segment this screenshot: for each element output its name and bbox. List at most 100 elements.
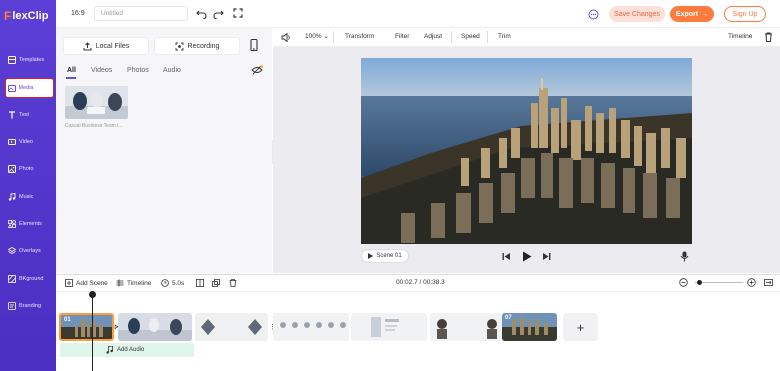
- add-scene-button[interactable]: Add Scene: [65, 279, 108, 287]
- zoom-select[interactable]: 100% ⌄: [305, 32, 329, 40]
- recording-button[interactable]: Recording: [154, 37, 240, 55]
- tool-adjust[interactable]: Adjust: [424, 33, 442, 40]
- time-display: 00:02.7 / 00:38.3: [396, 279, 445, 286]
- sidebar-item-text[interactable]: Text: [0, 102, 56, 128]
- sidebar-item-video[interactable]: Video: [0, 129, 56, 155]
- redo-icon[interactable]: [213, 8, 224, 21]
- undo-icon[interactable]: [196, 8, 207, 21]
- scene-clip-04[interactable]: [273, 313, 349, 341]
- skip-previous-icon[interactable]: [502, 252, 511, 263]
- sidebar-item-elements[interactable]: Elements: [0, 211, 56, 237]
- active-tab-indicator: [66, 77, 76, 79]
- sidebar-item-label: Media: [18, 85, 34, 91]
- branding-icon: [8, 302, 16, 310]
- sidebar-item-photo[interactable]: Photo: [0, 156, 56, 182]
- tool-speed[interactable]: Speed: [461, 33, 480, 40]
- sidebar-item-label: Music: [19, 194, 34, 200]
- timeline-icon: [116, 279, 124, 287]
- video-preview[interactable]: [361, 58, 692, 244]
- tool-trim[interactable]: Trim: [498, 33, 511, 40]
- sidebar-item-templates[interactable]: Templates: [0, 47, 56, 73]
- logo-mark: F: [4, 9, 12, 23]
- zoom-slider-handle[interactable]: [697, 280, 702, 285]
- delete-scene-icon[interactable]: [229, 279, 237, 289]
- fullscreen-icon[interactable]: [233, 8, 243, 20]
- sidebar-item-media[interactable]: Media: [5, 78, 54, 98]
- aspect-ratio-selector[interactable]: 16:9: [71, 10, 85, 17]
- sidebar-item-label: Templates: [19, 57, 45, 63]
- split-icon[interactable]: [196, 279, 204, 289]
- duration-button[interactable]: 5.0s: [161, 279, 184, 287]
- export-button[interactable]: Export →: [670, 6, 714, 22]
- scene-clip-06[interactable]: [430, 313, 502, 341]
- divider: [333, 31, 334, 43]
- layout-clip-thumbnail: [351, 313, 427, 341]
- tool-filter[interactable]: Filter: [395, 33, 409, 40]
- timeline-toggle[interactable]: Timeline: [728, 33, 752, 40]
- filter-tab-videos[interactable]: Videos: [91, 67, 112, 74]
- text-icon: [9, 111, 15, 119]
- sidebar-item-label: Overlays: [19, 248, 41, 254]
- playhead-handle[interactable]: [89, 291, 96, 298]
- microphone-icon[interactable]: [680, 251, 689, 264]
- timeline-button[interactable]: Timeline: [116, 279, 151, 287]
- logo[interactable]: FlexClip: [4, 8, 54, 24]
- zoom-out-icon[interactable]: [679, 278, 688, 289]
- skip-next-icon[interactable]: [542, 252, 551, 263]
- scene-clip-02[interactable]: [118, 313, 192, 341]
- zoom-value: 100%: [305, 33, 322, 40]
- media-thumbnail[interactable]: [65, 86, 128, 119]
- sidebar-item-label: Video: [19, 139, 33, 145]
- sidebar-item-label: Elements: [19, 221, 42, 227]
- trash-icon[interactable]: [764, 32, 773, 44]
- play-icon[interactable]: [522, 251, 532, 264]
- scene-clip-05[interactable]: [351, 313, 427, 341]
- add-new-scene-button[interactable]: +: [563, 313, 598, 341]
- scene-clip-07[interactable]: 07: [502, 313, 557, 341]
- hide-icon[interactable]: [251, 65, 263, 77]
- portrait-clip-thumbnail: [430, 313, 502, 341]
- scene-selector[interactable]: Scene 01: [361, 249, 409, 263]
- photo-icon: [8, 165, 16, 173]
- divider: [487, 31, 488, 43]
- playhead[interactable]: [92, 292, 93, 371]
- scene-label: Scene 01: [376, 253, 402, 259]
- clock-icon: [161, 279, 169, 287]
- local-files-button[interactable]: Local Files: [63, 37, 149, 55]
- scene-number: 07: [505, 315, 512, 321]
- sign-up-button[interactable]: Sign Up: [724, 6, 766, 22]
- zoom-slider-track[interactable]: [695, 282, 743, 283]
- sidebar-item-music[interactable]: Music: [0, 184, 56, 210]
- add-audio-track[interactable]: Add Audio: [60, 343, 194, 357]
- video-icon: [8, 139, 16, 145]
- sidebar-item-background[interactable]: BKground: [0, 266, 56, 292]
- filter-tab-photos[interactable]: Photos: [127, 67, 149, 74]
- sidebar-item-branding[interactable]: Branding: [0, 293, 56, 319]
- chat-icon[interactable]: [588, 9, 599, 22]
- duplicate-icon[interactable]: [212, 279, 220, 289]
- business-clip-thumbnail: [118, 313, 192, 341]
- sidebar-item-overlays[interactable]: Overlays: [0, 238, 56, 264]
- project-title-input[interactable]: Untitled: [94, 6, 188, 21]
- scene-clip-01[interactable]: 01: [59, 313, 114, 341]
- duration-value: 5.0s: [172, 279, 185, 287]
- overlays-icon: [8, 247, 16, 254]
- fit-timeline-icon[interactable]: [764, 278, 773, 289]
- background-icon: [8, 275, 16, 283]
- filter-tab-audio[interactable]: Audio: [163, 67, 181, 74]
- logo-text: lexClip: [12, 10, 49, 22]
- phone-upload-icon[interactable]: [249, 38, 259, 54]
- tool-transform[interactable]: Transform: [345, 33, 374, 40]
- volume-icon[interactable]: [281, 32, 291, 44]
- sidebar-item-label: BKground: [19, 276, 44, 282]
- chevron-down-icon: ⌄: [321, 33, 329, 40]
- filter-tab-all[interactable]: All: [67, 67, 76, 74]
- save-changes-button[interactable]: Save Changes: [609, 6, 665, 22]
- upload-icon: [83, 41, 92, 50]
- zoom-in-icon[interactable]: [747, 278, 756, 289]
- sidebar-item-label: Photo: [19, 166, 34, 172]
- add-scene-label: Add Scene: [76, 279, 108, 287]
- elements-icon: [8, 220, 16, 228]
- play-small-icon: [368, 253, 374, 259]
- scene-clip-03[interactable]: [195, 313, 268, 341]
